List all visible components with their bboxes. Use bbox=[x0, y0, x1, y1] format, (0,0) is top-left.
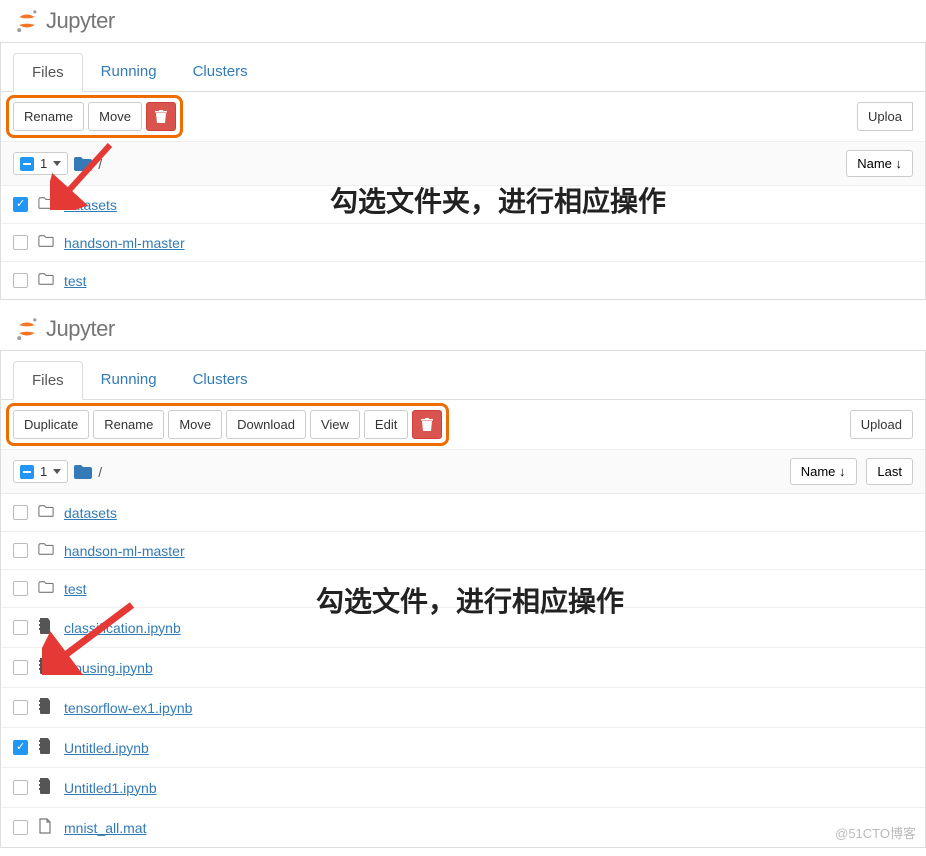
file-link[interactable]: handson-ml-master bbox=[64, 543, 185, 559]
sort-name-button[interactable]: Name ↓ bbox=[846, 150, 913, 177]
indeterminate-checkbox-icon bbox=[20, 465, 34, 479]
edit-button[interactable]: Edit bbox=[364, 410, 408, 439]
row-checkbox[interactable] bbox=[13, 235, 28, 250]
view-button[interactable]: View bbox=[310, 410, 360, 439]
duplicate-button[interactable]: Duplicate bbox=[13, 410, 89, 439]
upload-button[interactable]: Uploa bbox=[857, 102, 913, 131]
file-link[interactable]: Untitled.ipynb bbox=[64, 740, 149, 756]
arrow-icon bbox=[42, 600, 142, 675]
tab-running[interactable]: Running bbox=[83, 53, 175, 91]
notebook-icon bbox=[38, 698, 52, 714]
trash-icon bbox=[421, 418, 433, 432]
folder-icon[interactable] bbox=[74, 465, 92, 479]
delete-button[interactable] bbox=[146, 102, 176, 131]
selected-count: 1 bbox=[40, 156, 47, 171]
sort-name-button[interactable]: Name ↓ bbox=[790, 458, 857, 485]
file-icon bbox=[38, 818, 52, 834]
tab-clusters[interactable]: Clusters bbox=[175, 53, 266, 91]
indeterminate-checkbox-icon bbox=[20, 157, 34, 171]
trash-icon bbox=[155, 110, 167, 124]
tab-running[interactable]: Running bbox=[83, 361, 175, 399]
selection-actions: Duplicate Rename Move Download View Edit bbox=[6, 403, 449, 446]
file-row: mnist_all.mat bbox=[1, 808, 925, 847]
panel-folder-selection: Files Running Clusters Rename Move Uploa… bbox=[0, 42, 926, 300]
file-link[interactable]: mnist_all.mat bbox=[64, 820, 146, 836]
tab-files[interactable]: Files bbox=[13, 361, 83, 400]
tabs: Files Running Clusters bbox=[1, 361, 925, 400]
tab-files[interactable]: Files bbox=[13, 53, 83, 92]
file-link[interactable]: tensorflow-ex1.ipynb bbox=[64, 700, 192, 716]
watermark: @51CTO博客 bbox=[835, 823, 916, 842]
breadcrumb-slash: / bbox=[98, 464, 102, 480]
annotation-folder: 勾选文件夹，进行相应操作 bbox=[330, 180, 666, 220]
selected-count: 1 bbox=[40, 464, 47, 479]
row-checkbox[interactable] bbox=[13, 780, 28, 795]
logo-text: Jupyter bbox=[46, 316, 115, 342]
tabs: Files Running Clusters bbox=[1, 53, 925, 92]
logo-text: Jupyter bbox=[46, 8, 115, 34]
rename-button[interactable]: Rename bbox=[13, 102, 84, 131]
jupyter-logo: Jupyter bbox=[0, 0, 926, 42]
delete-button[interactable] bbox=[412, 410, 442, 439]
folder-icon bbox=[38, 580, 54, 594]
sort-last-button[interactable]: Last bbox=[866, 458, 913, 485]
selection-actions: Rename Move bbox=[6, 95, 183, 138]
jupyter-icon bbox=[14, 8, 40, 34]
move-button[interactable]: Move bbox=[168, 410, 222, 439]
row-checkbox[interactable] bbox=[13, 620, 28, 635]
row-checkbox[interactable] bbox=[13, 197, 28, 212]
folder-icon bbox=[38, 234, 54, 248]
notebook-icon bbox=[38, 778, 52, 794]
row-checkbox[interactable] bbox=[13, 820, 28, 835]
folder-icon bbox=[38, 272, 54, 286]
arrow-icon bbox=[50, 140, 130, 210]
download-button[interactable]: Download bbox=[226, 410, 306, 439]
row-checkbox[interactable] bbox=[13, 505, 28, 520]
file-row: Untitled.ipynb bbox=[1, 728, 925, 768]
file-link[interactable]: test bbox=[64, 581, 87, 597]
row-checkbox[interactable] bbox=[13, 740, 28, 755]
upload-button[interactable]: Upload bbox=[850, 410, 913, 439]
file-row: handson-ml-master bbox=[1, 224, 925, 262]
file-row: test bbox=[1, 262, 925, 299]
file-row: tensorflow-ex1.ipynb bbox=[1, 688, 925, 728]
row-checkbox[interactable] bbox=[13, 543, 28, 558]
jupyter-icon bbox=[14, 316, 40, 342]
notebook-icon bbox=[38, 738, 52, 754]
select-all-toggle[interactable]: 1 bbox=[13, 460, 68, 483]
file-row: datasets bbox=[1, 494, 925, 532]
file-link[interactable]: handson-ml-master bbox=[64, 235, 185, 251]
row-checkbox[interactable] bbox=[13, 660, 28, 675]
caret-down-icon bbox=[53, 469, 61, 474]
file-link[interactable]: Untitled1.ipynb bbox=[64, 780, 157, 796]
annotation-file: 勾选文件，进行相应操作 bbox=[316, 580, 624, 620]
folder-icon bbox=[38, 504, 54, 518]
rename-button[interactable]: Rename bbox=[93, 410, 164, 439]
file-link[interactable]: test bbox=[64, 273, 87, 289]
file-row: Untitled1.ipynb bbox=[1, 768, 925, 808]
folder-icon bbox=[38, 542, 54, 556]
row-checkbox[interactable] bbox=[13, 700, 28, 715]
file-row: handson-ml-master bbox=[1, 532, 925, 570]
row-checkbox[interactable] bbox=[13, 273, 28, 288]
tab-clusters[interactable]: Clusters bbox=[175, 361, 266, 399]
jupyter-logo: Jupyter bbox=[0, 308, 926, 350]
row-checkbox[interactable] bbox=[13, 581, 28, 596]
move-button[interactable]: Move bbox=[88, 102, 142, 131]
file-link[interactable]: datasets bbox=[64, 505, 117, 521]
